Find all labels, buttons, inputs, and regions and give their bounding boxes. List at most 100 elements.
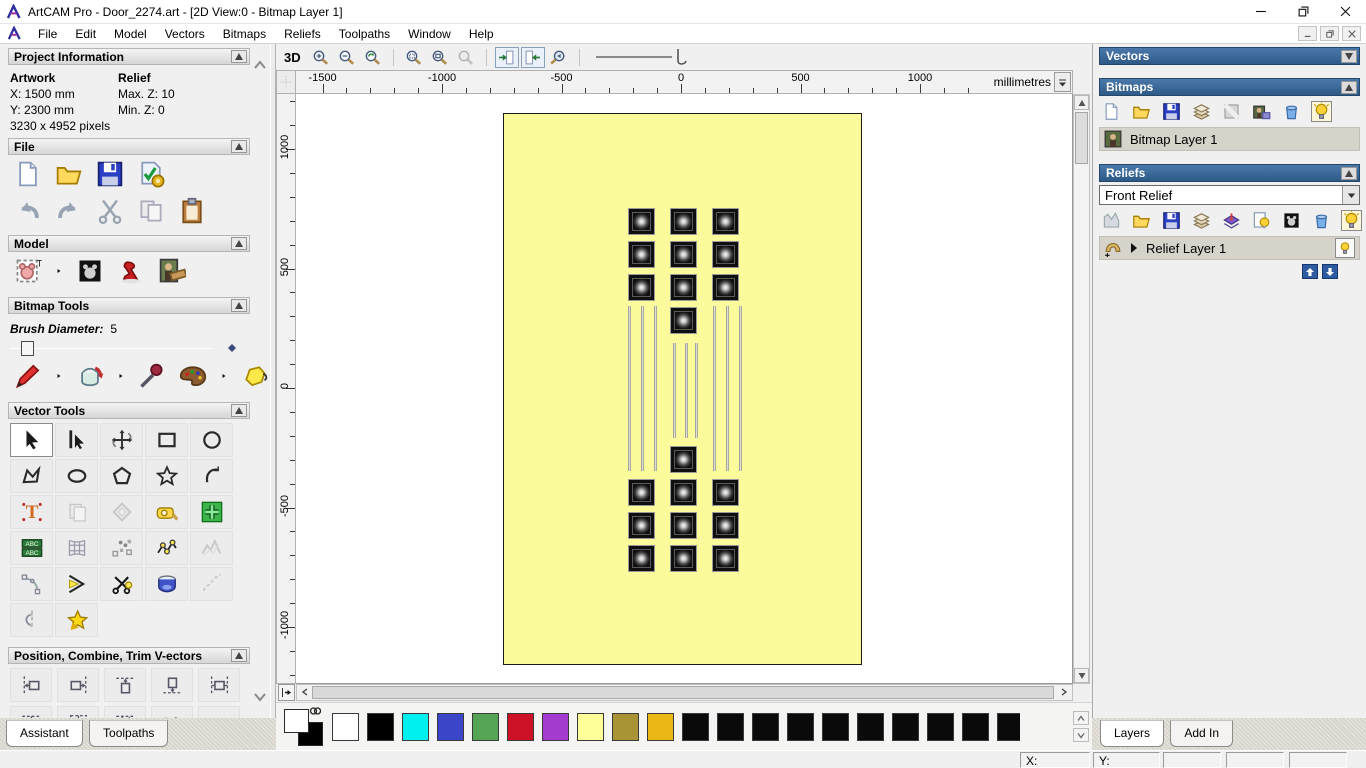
section-header-vector-tools[interactable]: Vector Tools [8,402,250,419]
smooth-relief-icon[interactable] [1251,210,1272,231]
paste-along-curve-icon[interactable] [100,531,143,565]
draw-colour-icon[interactable] [241,362,269,390]
pick-colour-icon[interactable] [138,362,166,390]
palette-swatch[interactable] [542,712,569,741]
menu-window[interactable]: Window [399,25,460,43]
palette-swatch[interactable] [892,712,919,741]
align-top-icon[interactable] [104,668,146,702]
undo-icon[interactable] [14,197,42,225]
paint-icon[interactable] [14,362,42,390]
palette-scroll-up-button[interactable] [1073,711,1089,725]
dropdown-arrow-icon[interactable] [1342,186,1359,204]
palette-swatch[interactable] [717,712,744,741]
block-text-icon[interactable] [190,495,233,529]
restore-button[interactable] [1282,0,1324,23]
slider-handle[interactable] [21,341,34,356]
extrude-icon[interactable] [145,567,188,601]
section-header-model[interactable]: Model [8,235,250,252]
menu-file[interactable]: File [29,25,66,43]
panel-scroll-down-chevron[interactable] [252,690,268,704]
mdi-minimize-button[interactable] [1298,26,1317,41]
merge-relief-icon[interactable] [1191,210,1212,231]
zoom-out-icon[interactable] [335,47,359,68]
rollup-button[interactable] [1341,166,1357,180]
new-relief-icon[interactable] [1101,210,1122,231]
view-3d-button[interactable]: 3D [284,50,307,65]
polygon-tool-icon[interactable] [100,459,143,493]
distort-icon[interactable] [55,531,98,565]
mdi-restore-button[interactable] [1320,26,1339,41]
texture-bitmap-icon[interactable] [1251,101,1272,122]
pane-toggle-button[interactable] [278,684,295,701]
preview-icon[interactable] [547,47,571,68]
merge-bitmap-icon[interactable] [1191,101,1212,122]
brush-diameter-slider[interactable] [10,340,236,357]
circle-tool-icon[interactable] [190,423,233,457]
tab-toolpaths[interactable]: Toolpaths [89,720,169,747]
align-left-icon[interactable] [10,668,52,702]
palette-swatch[interactable] [682,712,709,741]
rollup-button[interactable] [231,299,247,312]
menu-vectors[interactable]: Vectors [156,25,214,43]
palette-swatch[interactable] [577,712,604,741]
redo-icon[interactable] [55,197,83,225]
open-relief-icon[interactable] [1131,210,1152,231]
zoom-slider-handle[interactable] [674,47,688,67]
save-icon[interactable] [96,160,124,188]
cut-icon[interactable] [96,197,124,225]
transform-icon[interactable] [100,423,143,457]
select-icon[interactable] [10,423,53,457]
section-header-file[interactable]: File [8,138,250,155]
menu-edit[interactable]: Edit [66,25,105,43]
nesting-icon[interactable]: Nes [198,706,240,718]
center-horizontal-icon[interactable] [198,668,240,702]
new-file-icon[interactable] [14,160,42,188]
align-right-icon[interactable] [57,668,99,702]
lighting-icon[interactable] [117,257,145,285]
horizontal-scroll-thumb[interactable] [312,686,1054,699]
blank-bitmap-icon[interactable] [1221,101,1242,122]
flyout-arrow[interactable] [220,370,228,382]
palette-swatch[interactable] [962,712,989,741]
palette-swatch[interactable] [822,712,849,741]
set-model-size-icon[interactable]: T [14,257,42,285]
zoom-in-icon[interactable] [309,47,333,68]
polyline-icon[interactable] [10,459,53,493]
horizontal-scrollbar[interactable] [296,684,1073,701]
bisector-icon[interactable] [55,567,98,601]
bitmap-layer-item[interactable]: Bitmap Layer 1 [1099,127,1360,151]
scroll-left-button[interactable] [298,685,312,699]
minimize-button[interactable] [1240,0,1282,23]
trim-icon[interactable] [100,567,143,601]
simplify-grey-icon[interactable] [190,531,233,565]
palette-swatch[interactable] [507,712,534,741]
toggle-visibility-icon[interactable] [1311,101,1332,122]
zoom-slider[interactable] [595,46,688,68]
measure-icon[interactable] [145,495,188,529]
menu-toolpaths[interactable]: Toolpaths [330,25,399,43]
palette-swatch[interactable] [332,712,359,741]
copy-icon[interactable] [137,197,165,225]
section-header-position-combine-trim[interactable]: Position, Combine, Trim V-ectors [8,647,250,664]
wrap-grey-icon[interactable] [190,567,233,601]
palette-swatch[interactable] [612,712,639,741]
vector-doctor-icon[interactable] [55,603,98,637]
model-wizard-icon[interactable] [137,160,165,188]
palette-swatch[interactable] [402,712,429,741]
vertical-scroll-thumb[interactable] [1075,112,1088,164]
snap-page-right-icon[interactable] [520,46,545,68]
rollup-button[interactable] [231,140,247,153]
stack-relief-icon[interactable] [1221,210,1242,231]
palette-swatch[interactable] [997,712,1020,741]
expand-arrow-icon[interactable] [1130,243,1138,253]
flood-fill-icon[interactable] [76,362,104,390]
node-edit-icon[interactable] [55,423,98,457]
palette-swatch[interactable] [367,712,394,741]
toggle-visibility-icon[interactable] [1341,210,1362,231]
close-button[interactable] [1324,0,1366,23]
mdi-close-button[interactable] [1342,26,1361,41]
zoom-selected-icon[interactable] [454,47,478,68]
menu-reliefs[interactable]: Reliefs [275,25,330,43]
paste-icon[interactable] [178,197,206,225]
palette-swatch[interactable] [437,712,464,741]
